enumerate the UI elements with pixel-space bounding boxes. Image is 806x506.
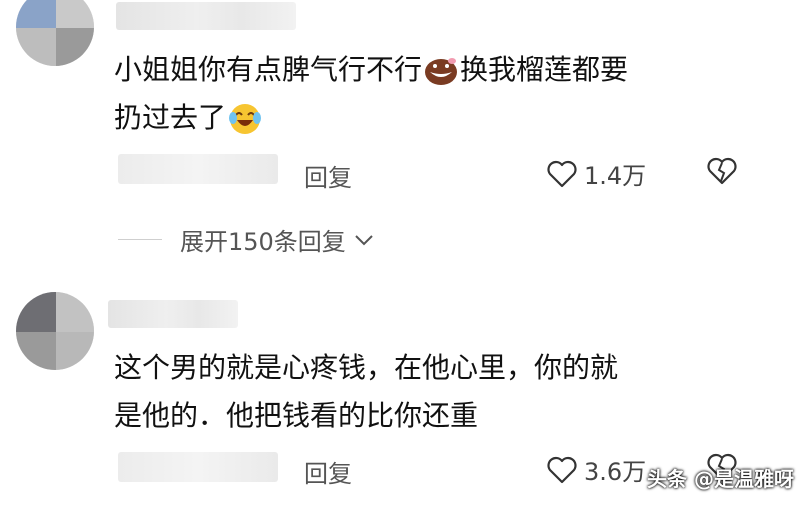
comment-text: 小姐姐你有点脾气行不行 换我榴莲都要 bbox=[114, 53, 629, 86]
timestamp-blurred bbox=[118, 154, 278, 184]
comment-text: 这个男的就是心疼钱，在他心里，你的就 bbox=[114, 351, 619, 384]
laugh-cry-emoji-icon bbox=[229, 104, 262, 134]
heart-outline-icon bbox=[547, 456, 577, 483]
like-count: 1.4万 bbox=[584, 162, 647, 190]
chevron-down-icon bbox=[355, 234, 373, 245]
avatar[interactable] bbox=[16, 292, 94, 370]
timestamp-blurred bbox=[118, 452, 278, 482]
cookie-emoji-icon bbox=[425, 58, 458, 85]
username-blurred[interactable] bbox=[108, 300, 238, 328]
watermark: 头条 @是温雅呀 bbox=[647, 467, 794, 491]
reply-button[interactable]: 回复 bbox=[304, 454, 352, 489]
like-button[interactable]: 1.4万 bbox=[546, 156, 646, 191]
expand-replies-button[interactable]: 展开150条回复 bbox=[118, 222, 374, 257]
avatar[interactable] bbox=[16, 0, 94, 66]
reply-button[interactable]: 回复 bbox=[304, 158, 352, 193]
heart-outline-icon bbox=[547, 160, 577, 187]
broken-heart-icon[interactable] bbox=[706, 156, 738, 186]
divider-line bbox=[118, 239, 162, 240]
like-count: 3.6万 bbox=[584, 458, 647, 486]
username-blurred[interactable] bbox=[116, 2, 296, 30]
comment-text: 扔过去了 bbox=[114, 94, 264, 142]
comment-text: 是他的．他把钱看的比你还重 bbox=[114, 399, 479, 432]
expand-replies-label: 展开150条回复 bbox=[180, 228, 346, 256]
like-button[interactable]: 3.6万 bbox=[546, 452, 646, 487]
